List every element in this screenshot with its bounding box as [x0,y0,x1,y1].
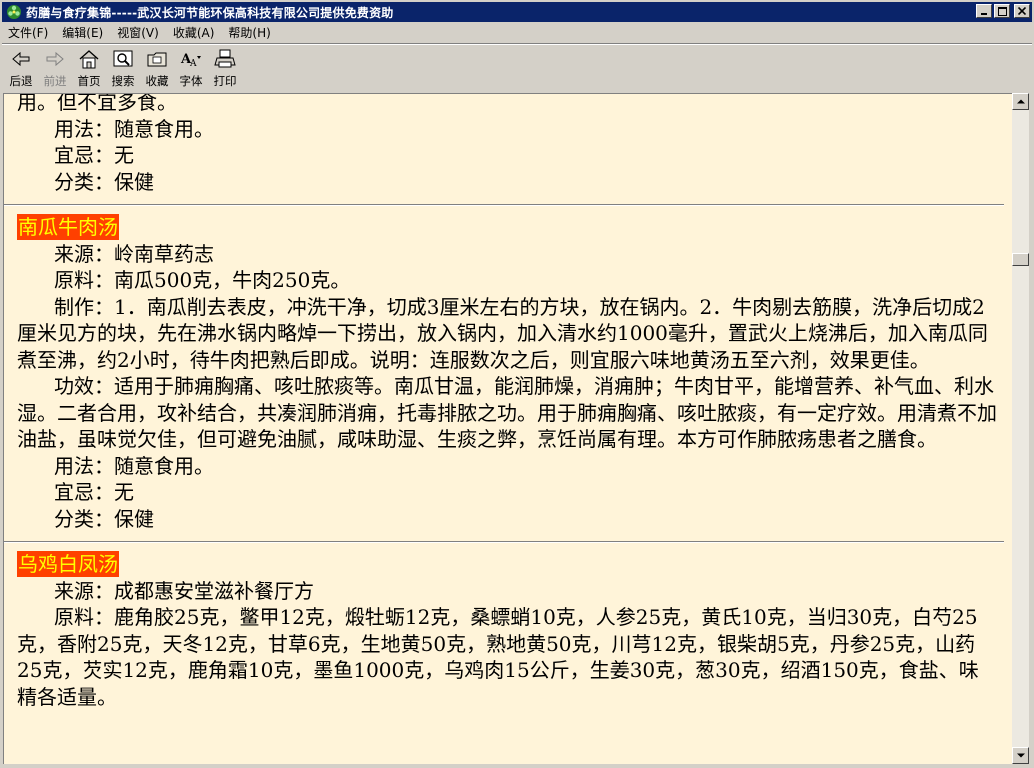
minimize-button[interactable] [976,4,992,18]
toolbar: 后退 前进 首页 搜索 收藏 A A 字体 打印 [2,45,1032,93]
recipe-title: 南瓜牛肉汤 [17,214,119,240]
recipe-title: 乌鸡白凤汤 [17,551,119,577]
search-icon [113,50,133,67]
recipe-title-row: 南瓜牛肉汤 [17,214,997,241]
font-button[interactable]: A A 字体 [176,45,206,89]
favorites-label: 收藏 [145,74,169,88]
content-area[interactable]: 用。但不宜多食。 用法：随意食用。 宜忌：无 分类：保健 南瓜牛肉汤 来源：岭南… [3,93,1013,764]
close-icon [1018,7,1026,15]
back-button[interactable]: 后退 [6,45,36,89]
section-divider [4,541,1004,543]
top-category: 分类：保健 [54,169,154,194]
recipe-ingredients: 原料：鹿角胶25克，鳖甲12克，煅牡蛎12克，桑螵蛸10克，人参25克，黄氏10… [17,605,979,709]
print-label: 打印 [213,74,237,88]
recipe-effect: 功效：适用于肺痈胸痛、咳吐脓痰等。南瓜甘温，能润肺燥，消痈肿；牛肉甘平，能增营养… [17,374,997,451]
arrow-down-icon [1016,753,1025,758]
svg-text:A: A [189,59,197,69]
search-button[interactable]: 搜索 [108,45,138,89]
window-title: 药膳与食疗集锦-----武汉长河节能环保高科技有限公司提供免费资助 [26,5,394,20]
back-arrow-icon [12,51,30,67]
menu-file[interactable]: 文件(F) [2,24,54,41]
print-button[interactable]: 打印 [210,45,240,89]
recipe-ingredients: 原料：南瓜500克，牛肉250克。 [54,268,351,292]
home-icon [79,50,99,69]
maximize-icon [997,6,1007,16]
scroll-up-button[interactable] [1012,93,1029,110]
scroll-down-button[interactable] [1012,747,1029,764]
recipe-source: 来源：岭南草药志 [54,241,214,266]
window-controls [976,4,1030,18]
favorites-button[interactable]: 收藏 [142,45,172,89]
forward-label: 前进 [43,74,67,88]
vertical-scrollbar[interactable] [1012,93,1029,764]
recipe-usage: 用法：随意食用。 [54,453,214,478]
scroll-thumb[interactable] [1012,253,1029,266]
menu-help[interactable]: 帮助(H) [222,24,276,41]
folder-icon [147,52,167,67]
menu-view[interactable]: 视窗(V) [111,24,165,41]
home-label: 首页 [77,74,101,88]
recipe-taboo: 宜忌：无 [54,480,134,504]
section-divider [4,204,1004,206]
recipe-category: 分类：保健 [54,506,154,531]
app-window: 药膳与食疗集锦-----武汉长河节能环保高科技有限公司提供免费资助 文件(F) … [0,0,1034,768]
top-continuation: 用。但不宜多食。 [17,93,177,114]
close-button[interactable] [1014,4,1030,18]
maximize-button[interactable] [994,4,1010,18]
menu-edit[interactable]: 编辑(E) [56,24,109,41]
app-icon [6,4,22,20]
recipe-source: 来源：成都惠安堂滋补餐厅方 [54,578,314,603]
top-taboo: 宜忌：无 [54,143,134,167]
back-label: 后退 [9,74,33,88]
minimize-icon [981,13,987,15]
recipe-title-row: 乌鸡白凤汤 [17,551,997,578]
recipe-text: 用。但不宜多食。 用法：随意食用。 宜忌：无 分类：保健 南瓜牛肉汤 来源：岭南… [4,93,1004,710]
title-bar[interactable]: 药膳与食疗集锦-----武汉长河节能环保高科技有限公司提供免费资助 [2,2,1032,22]
forward-arrow-icon [46,51,64,67]
menu-favorites[interactable]: 收藏(A) [167,24,221,41]
forward-button[interactable]: 前进 [40,45,70,89]
home-button[interactable]: 首页 [74,45,104,89]
top-usage: 用法：随意食用。 [54,116,214,141]
font-label: 字体 [179,74,203,88]
search-label: 搜索 [111,74,135,88]
menu-bar: 文件(F) 编辑(E) 视窗(V) 收藏(A) 帮助(H) [2,22,1032,42]
printer-icon [214,49,236,68]
arrow-up-icon [1016,99,1025,104]
font-icon: A A [180,52,201,69]
recipe-method: 制作：1．南瓜削去表皮，冲洗干净，切成3厘米左右的方块，放在锅内。2．牛肉剔去筋… [17,294,988,372]
